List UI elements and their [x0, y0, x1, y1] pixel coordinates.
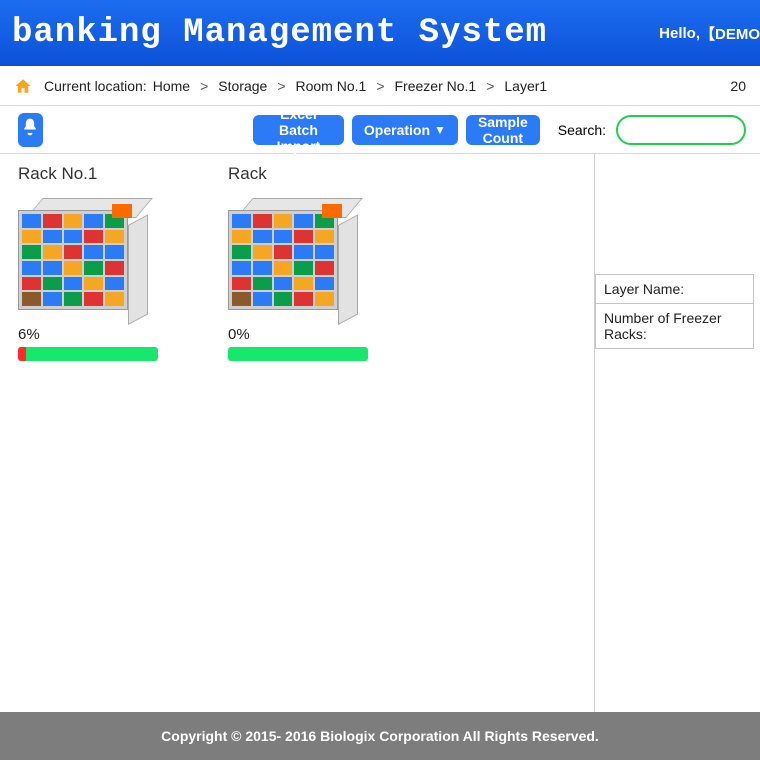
copyright-text: Copyright © 2015- 2016 Biologix Corporat…: [161, 728, 599, 744]
bell-icon: [20, 117, 40, 142]
breadcrumb: Current location: Home > Storage > Room …: [0, 66, 760, 106]
operation-label: Operation: [364, 122, 430, 138]
app-header: banking Management System Hello, 【DEMO: [0, 0, 760, 66]
footer: Copyright © 2015- 2016 Biologix Corporat…: [0, 712, 760, 760]
breadcrumb-sep: >: [277, 78, 285, 94]
breadcrumb-layer[interactable]: Layer1: [504, 78, 547, 94]
content-body: Rack No.1 6% Rack: [0, 154, 760, 712]
num-racks-label: Number of Freezer Racks:: [596, 304, 754, 349]
rack-grid: Rack No.1 6% Rack: [0, 154, 595, 712]
user-name: 【DEMO: [700, 23, 760, 44]
rack-image: [18, 192, 148, 322]
excel-batch-import-button[interactable]: Excel Batch Import: [253, 115, 344, 145]
home-icon[interactable]: [14, 77, 32, 95]
breadcrumb-label: Current location:: [44, 78, 147, 94]
search-input[interactable]: [616, 115, 746, 145]
rack-progress-fill: [18, 347, 26, 361]
info-sidebar: Layer Name: Number of Freezer Racks:: [595, 154, 760, 712]
greeting-prefix: Hello,: [659, 25, 700, 42]
table-row: Layer Name:: [596, 275, 754, 304]
table-row: Number of Freezer Racks:: [596, 304, 754, 349]
breadcrumb-sep: >: [200, 78, 208, 94]
app-title: banking Management System: [12, 14, 547, 52]
breadcrumb-home[interactable]: Home: [153, 78, 190, 94]
rack-title: Rack No.1: [18, 164, 168, 184]
toolbar-buttons: Excel Batch Import Operation ▼ Sample Co…: [253, 115, 540, 145]
breadcrumb-sep: >: [486, 78, 494, 94]
rack-progress-bar: [228, 347, 368, 361]
rack-card-1[interactable]: Rack No.1 6%: [18, 164, 168, 361]
layer-info-table: Layer Name: Number of Freezer Racks:: [595, 274, 754, 349]
rack-card-2[interactable]: Rack 0%: [228, 164, 378, 361]
rack-percent: 0%: [228, 326, 378, 343]
sample-count-button[interactable]: Sample Count: [466, 115, 540, 145]
toolbar: Excel Batch Import Operation ▼ Sample Co…: [0, 106, 760, 154]
breadcrumb-sep: >: [376, 78, 384, 94]
breadcrumb-room[interactable]: Room No.1: [296, 78, 367, 94]
rack-image: [228, 192, 358, 322]
operation-dropdown-button[interactable]: Operation ▼: [352, 115, 458, 145]
layer-name-label: Layer Name:: [596, 275, 754, 304]
search-label: Search:: [558, 122, 606, 138]
rack-progress-bar: [18, 347, 158, 361]
rack-title: Rack: [228, 164, 378, 184]
chevron-down-icon: ▼: [434, 123, 446, 137]
user-greeting: Hello, 【DEMO: [659, 0, 760, 66]
breadcrumb-timestamp: 20: [730, 78, 746, 94]
rack-percent: 6%: [18, 326, 168, 343]
notifications-button[interactable]: [18, 113, 43, 147]
breadcrumb-freezer[interactable]: Freezer No.1: [395, 78, 477, 94]
breadcrumb-storage[interactable]: Storage: [218, 78, 267, 94]
